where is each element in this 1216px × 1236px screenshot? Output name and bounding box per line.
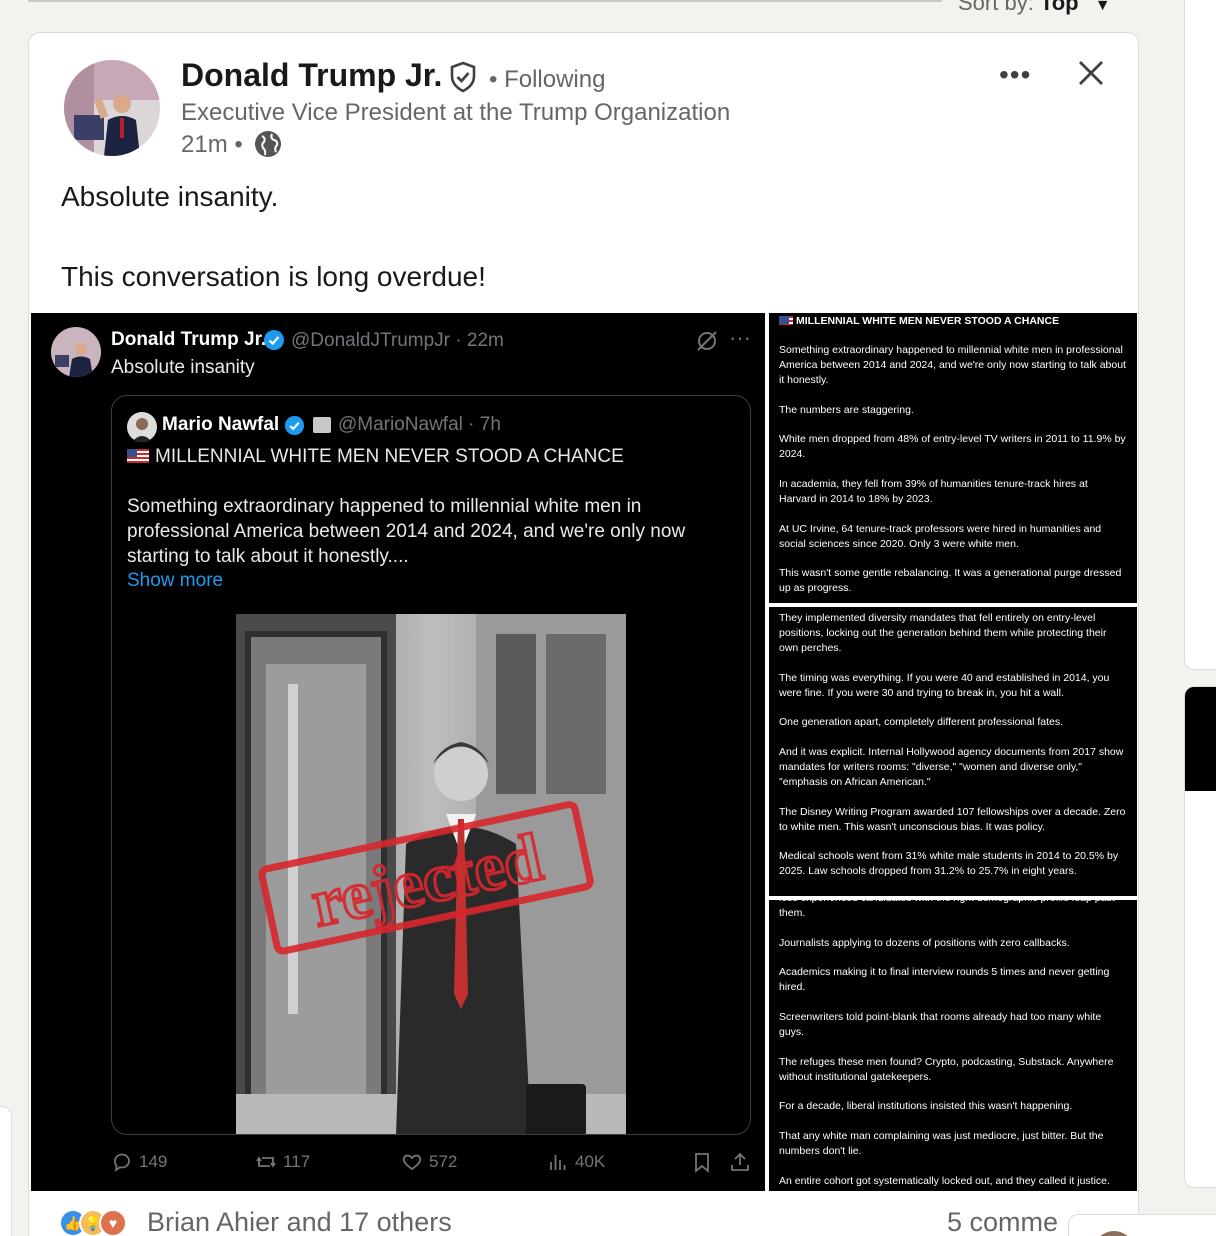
sort-value: Top <box>1039 0 1079 15</box>
side-card-fragment <box>1184 0 1216 670</box>
close-icon[interactable] <box>1075 57 1107 89</box>
verified-check-icon <box>284 415 305 436</box>
chevron-down-icon: ▼ <box>1094 0 1111 14</box>
author-headline: Executive Vice President at the Trump Or… <box>181 99 731 126</box>
reaction-icons[interactable]: 👍 💡 ♥ <box>59 1207 129 1236</box>
quote-headline: MILLENNIAL WHITE MEN NEVER STOOD A CHANC… <box>127 446 624 468</box>
tweet-handle: @DonaldJTrumpJr · 22m <box>291 330 504 351</box>
tweet-text: Absolute insanity <box>111 357 255 378</box>
quote-body: Something extraordinary happened to mill… <box>127 496 686 567</box>
reply-icon <box>114 1153 130 1172</box>
post-image-collage[interactable]: Donald Trump Jr. @DonaldJTrumpJr · 22m ·… <box>31 313 1137 1191</box>
feed-divider <box>28 0 942 2</box>
quote-author-name: Mario Nawfal <box>162 414 280 435</box>
sort-dropdown[interactable]: Sort by: Top ▼ <box>958 0 1111 16</box>
heart-icon <box>402 1154 422 1171</box>
view-count: 40K <box>547 1151 605 1173</box>
globe-icon <box>255 131 281 157</box>
reactions-count[interactable]: Brian Ahier and 17 others <box>147 1207 452 1236</box>
us-flag-icon <box>779 316 793 325</box>
reply-count: 149 <box>111 1151 167 1173</box>
quote-handle: @MarioNawfal · 7h <box>338 414 501 435</box>
bookmark-icon <box>695 1153 709 1173</box>
post-text-line: This conversation is long overdue! <box>61 261 486 292</box>
text-panel-3: less experienced candidates with the rig… <box>769 900 1137 1191</box>
love-reaction-icon: ♥ <box>99 1209 127 1236</box>
tweet-actions: 149 117 572 40K <box>31 1151 765 1181</box>
messaging-fragment <box>1068 1214 1216 1236</box>
text-panel-2: They implemented diversity mandates that… <box>769 607 1137 896</box>
quoted-tweet: Mario Nawfal @MarioNawfal · 7h MILLENNIA… <box>111 395 751 1135</box>
left-panel-fragment <box>0 1106 12 1236</box>
repost-count: 117 <box>255 1151 310 1173</box>
verified-check-icon <box>264 330 284 350</box>
author-name[interactable]: Donald Trump Jr. <box>181 57 442 94</box>
grok-icon <box>697 331 717 351</box>
post-text-line: Absolute insanity. <box>61 181 279 212</box>
tweet-more-icon: ··· <box>729 325 751 350</box>
follow-status: • Following <box>489 66 606 93</box>
repost-icon <box>256 1156 276 1168</box>
like-count: 572 <box>401 1151 457 1173</box>
comments-count[interactable]: 5 comme <box>947 1207 1058 1236</box>
more-options-icon[interactable]: ••• <box>999 59 1031 91</box>
verified-shield-icon <box>450 61 476 93</box>
show-more-link: Show more <box>127 570 224 591</box>
panel-title: MILLENNIAL WHITE MEN NEVER STOOD A CHANC… <box>779 314 1127 329</box>
tweet-screenshot: Donald Trump Jr. @DonaldJTrumpJr · 22m ·… <box>31 313 765 1191</box>
quote-avatar <box>127 412 157 442</box>
share-icon <box>731 1152 749 1171</box>
sort-label: Sort by: <box>958 0 1034 15</box>
post-card: Donald Trump Jr. • Following Executive V… <box>28 32 1139 1236</box>
post-time: 21m • <box>181 131 243 158</box>
side-card-fragment-2 <box>1184 686 1216 1188</box>
rejected-man-photo: rejected <box>236 614 626 1134</box>
views-icon <box>550 1155 566 1170</box>
text-panel-1: MILLENNIAL WHITE MEN NEVER STOOD A CHANC… <box>769 313 1137 603</box>
post-text: Absolute insanity. This conversation is … <box>61 177 486 297</box>
us-flag-icon <box>127 449 149 463</box>
tweet-author-name: Donald Trump Jr. <box>111 329 267 350</box>
affiliate-badge-icon <box>313 417 331 433</box>
author-avatar[interactable] <box>64 60 160 156</box>
tweet-avatar <box>51 327 101 377</box>
